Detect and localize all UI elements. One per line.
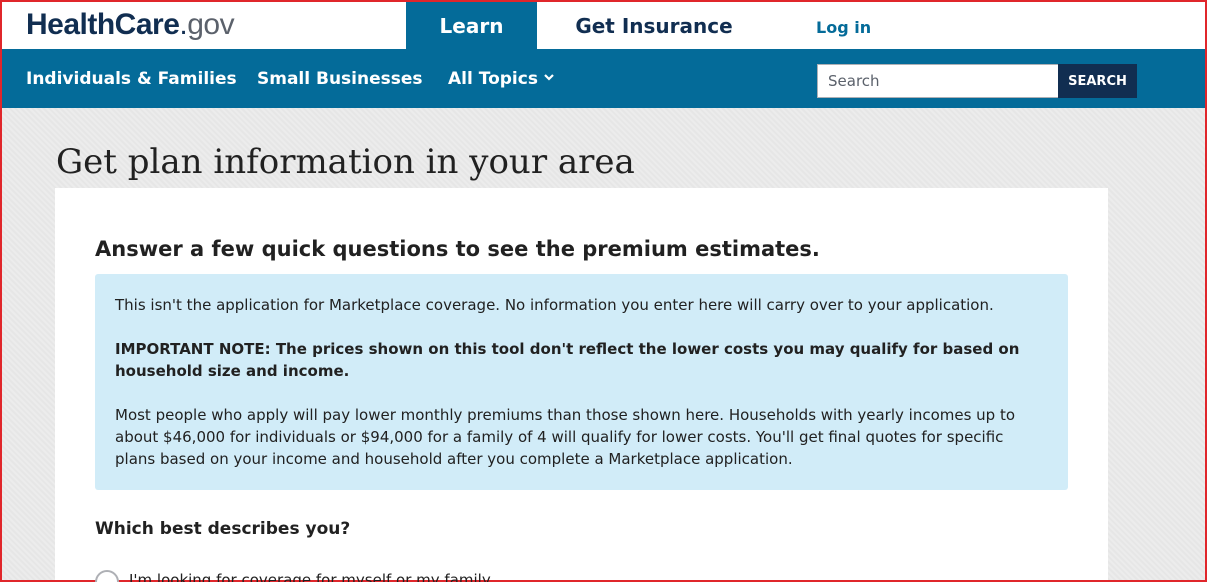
info-paragraph-3: Most people who apply will pay lower mon… bbox=[115, 406, 1016, 468]
tab-get-insurance[interactable]: Get Insurance bbox=[537, 2, 771, 49]
page-title: Get plan information in your area bbox=[56, 142, 635, 182]
login-link[interactable]: Log in bbox=[816, 18, 871, 37]
healthcare-gov-logo[interactable]: HealthCare.gov bbox=[26, 8, 235, 42]
main-nav: Individuals & Families Small Businesses … bbox=[2, 49, 1205, 108]
search-input[interactable] bbox=[817, 64, 1059, 98]
plan-info-card: Answer a few quick questions to see the … bbox=[55, 188, 1108, 582]
nav-all-topics[interactable]: All Topics bbox=[448, 69, 538, 89]
chevron-down-icon[interactable] bbox=[543, 70, 555, 84]
info-paragraph-1: This isn't the application for Marketpla… bbox=[115, 296, 994, 314]
top-header: HealthCare.gov Learn Get Insurance Log i… bbox=[2, 2, 1205, 49]
logo-tld-text: gov bbox=[187, 8, 235, 41]
search-button[interactable]: SEARCH bbox=[1058, 64, 1137, 98]
nav-individuals-families[interactable]: Individuals & Families bbox=[26, 69, 237, 89]
card-heading: Answer a few quick questions to see the … bbox=[95, 237, 820, 261]
info-notice: This isn't the application for Marketpla… bbox=[95, 274, 1068, 490]
logo-brand-text: HealthCare bbox=[26, 8, 180, 41]
tab-learn[interactable]: Learn bbox=[406, 2, 537, 49]
radio-option-1-label[interactable]: I'm looking for coverage for myself or m… bbox=[129, 571, 491, 582]
important-note: IMPORTANT NOTE: The prices shown on this… bbox=[115, 340, 1020, 380]
nav-small-businesses[interactable]: Small Businesses bbox=[257, 69, 423, 89]
question-label: Which best describes you? bbox=[95, 519, 351, 539]
radio-option-1[interactable] bbox=[95, 570, 119, 582]
